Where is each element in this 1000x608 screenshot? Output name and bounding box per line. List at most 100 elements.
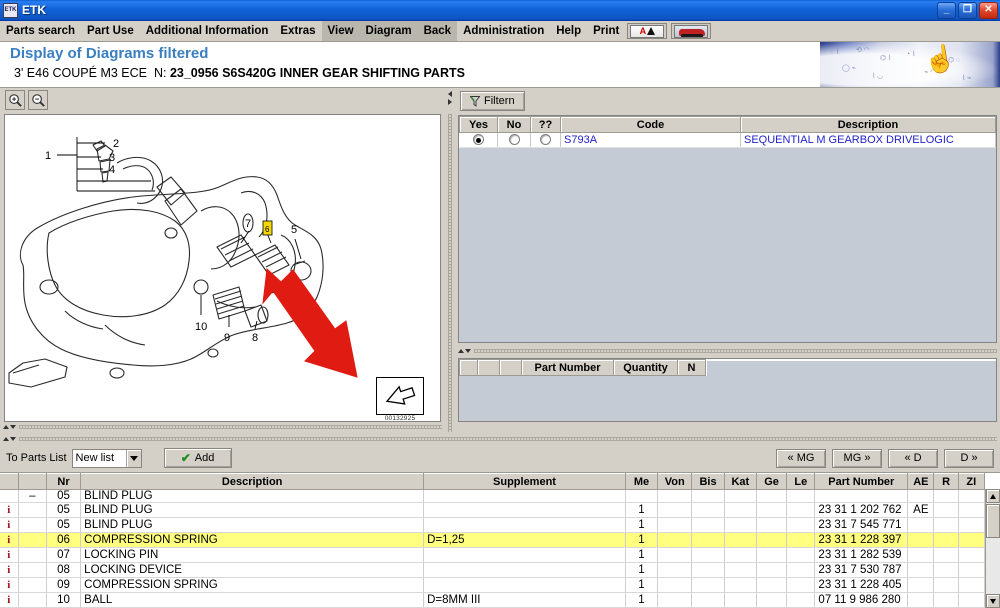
bottom-horizontal-splitter[interactable]	[0, 434, 1000, 444]
next-d-button[interactable]: D »	[944, 448, 994, 468]
table-row[interactable]: i 06 COMPRESSION SPRING D=1,25 1 23 31 1 228 …	[0, 532, 986, 548]
splitter-grip-right[interactable]	[474, 349, 997, 353]
cell-info[interactable]: i	[0, 592, 19, 608]
col-code[interactable]: Code	[560, 116, 741, 133]
info-icon[interactable]: i	[7, 504, 10, 516]
filter-button[interactable]: Filtern	[460, 91, 525, 111]
col-description[interactable]: Description	[80, 473, 425, 490]
diagram-canvas[interactable]: 1 2 3 4 7 5 10 9 8 6 00132925	[4, 114, 441, 422]
prev-d-button[interactable]: « D	[888, 448, 938, 468]
cell-info[interactable]: i	[0, 517, 19, 533]
table-row[interactable]: i 05 BLIND PLUG 1 23 31 1 202 762 AE	[0, 502, 986, 518]
info-icon[interactable]: i	[7, 534, 10, 546]
close-button[interactable]: ✕	[979, 1, 998, 19]
restore-button[interactable]: ❐	[958, 1, 977, 19]
chevron-down-icon[interactable]	[125, 449, 141, 467]
table-row[interactable]: –05 BLIND PLUG	[0, 489, 986, 503]
menu-extras[interactable]: Extras	[274, 21, 321, 41]
chevron-down-icon[interactable]	[10, 425, 16, 429]
menu-help[interactable]: Help	[550, 21, 587, 41]
col-pn-part-number[interactable]: Part Number	[521, 359, 614, 376]
chevron-down-icon[interactable]	[465, 349, 471, 353]
warning-a-icon-button[interactable]: A	[627, 23, 668, 39]
scroll-down-button[interactable]	[986, 594, 1000, 608]
col-pn-blank-3[interactable]	[499, 359, 522, 376]
col-bis[interactable]: Bis	[691, 473, 725, 490]
chevron-down-icon[interactable]	[10, 437, 16, 441]
splitter-arrows-right[interactable]	[458, 349, 471, 353]
col-kat[interactable]: Kat	[724, 473, 757, 490]
col-zi[interactable]: ZI	[958, 473, 986, 490]
menu-print[interactable]: Print	[587, 21, 625, 41]
col-unknown[interactable]: ??	[530, 116, 561, 133]
col-pn-n[interactable]: N	[677, 359, 706, 376]
code-table-row[interactable]: S793A SEQUENTIAL M GEARBOX DRIVELOGIC	[459, 132, 996, 148]
chevron-up-icon[interactable]	[458, 349, 464, 353]
cell-info[interactable]: i	[0, 547, 19, 563]
vertical-splitter[interactable]	[445, 88, 455, 434]
radio-yes[interactable]	[472, 134, 484, 145]
col-von[interactable]: Von	[657, 473, 693, 490]
col-description[interactable]: Description	[740, 116, 996, 133]
radio-unknown[interactable]	[540, 134, 551, 145]
vertical-splitter-grip[interactable]	[448, 114, 452, 432]
diagram-horizontal-splitter[interactable]	[0, 422, 445, 432]
parts-table-container[interactable]: Nr Description Supplement Me Von Bis Kat…	[0, 472, 1000, 608]
splitter-grip-bottom[interactable]	[19, 437, 997, 441]
scroll-up-button[interactable]	[986, 489, 1000, 503]
col-pn-quantity[interactable]: Quantity	[613, 359, 678, 376]
cell-info[interactable]: i	[0, 532, 19, 548]
splitter-arrows-left[interactable]	[3, 425, 16, 429]
cell-info[interactable]: i	[0, 577, 19, 593]
cell-info[interactable]: i	[0, 562, 19, 578]
col-ae[interactable]: AE	[907, 473, 935, 490]
menu-parts-search[interactable]: Parts search	[0, 21, 81, 41]
prev-mg-button[interactable]: « MG	[776, 448, 826, 468]
menu-view[interactable]: View	[321, 21, 360, 41]
scroll-thumb[interactable]	[986, 504, 1000, 538]
parts-table-scrollbar[interactable]	[985, 489, 1000, 608]
cell-info[interactable]: i	[0, 502, 19, 518]
chevron-left-icon[interactable]	[448, 91, 452, 97]
table-row[interactable]: i 05 BLIND PLUG 1 23 31 7 545 771	[0, 517, 986, 533]
col-ge[interactable]: Ge	[756, 473, 788, 490]
col-me[interactable]: Me	[625, 473, 659, 490]
col-nr[interactable]: Nr	[46, 473, 82, 490]
radio-no[interactable]	[508, 134, 520, 145]
vehicle-icon-button[interactable]	[671, 23, 712, 39]
cell-unknown-radio[interactable]	[530, 132, 561, 148]
info-icon[interactable]: i	[7, 519, 10, 531]
zoom-out-icon-button[interactable]	[28, 90, 48, 110]
menu-part-use[interactable]: Part Use	[81, 21, 140, 41]
chevron-up-icon[interactable]	[3, 425, 9, 429]
table-row[interactable]: i 10 BALL D=8MM III 1 07 11 9 986 280	[0, 592, 986, 608]
add-button[interactable]: ✔ Add	[163, 448, 232, 468]
info-icon[interactable]: i	[7, 579, 10, 591]
info-icon[interactable]: i	[7, 594, 10, 606]
table-row[interactable]: i 07 LOCKING PIN 1 23 31 1 282 539	[0, 547, 986, 563]
menu-back[interactable]: Back	[417, 21, 458, 41]
col-pn-blank-1[interactable]	[459, 359, 478, 376]
chevron-right-icon[interactable]	[448, 99, 452, 105]
splitter-grip[interactable]	[19, 425, 442, 429]
menu-additional-information[interactable]: Additional Information	[140, 21, 275, 41]
info-icon[interactable]: i	[7, 564, 10, 576]
col-no[interactable]: No	[497, 116, 531, 133]
next-mg-button[interactable]: MG »	[832, 448, 882, 468]
zoom-in-icon-button[interactable]	[5, 90, 25, 110]
col-r[interactable]: R	[933, 473, 959, 490]
col-part-number[interactable]: Part Number	[814, 473, 909, 490]
info-icon[interactable]: i	[7, 549, 10, 561]
right-horizontal-splitter[interactable]	[455, 346, 1000, 356]
cell-yes-radio[interactable]	[459, 132, 498, 148]
splitter-arrows-bottom[interactable]	[3, 437, 16, 441]
menu-administration[interactable]: Administration	[457, 21, 550, 41]
col-info[interactable]	[0, 473, 19, 490]
table-row[interactable]: i 09 COMPRESSION SPRING 1 23 31 1 228 405	[0, 577, 986, 593]
splitter-arrows-vertical[interactable]	[445, 88, 455, 105]
table-row[interactable]: i 08 LOCKING DEVICE 1 23 31 7 530 787	[0, 562, 986, 578]
cell-no-radio[interactable]	[497, 132, 531, 148]
col-supplement[interactable]: Supplement	[423, 473, 626, 490]
col-yes[interactable]: Yes	[459, 116, 498, 133]
col-mark[interactable]	[18, 473, 47, 490]
